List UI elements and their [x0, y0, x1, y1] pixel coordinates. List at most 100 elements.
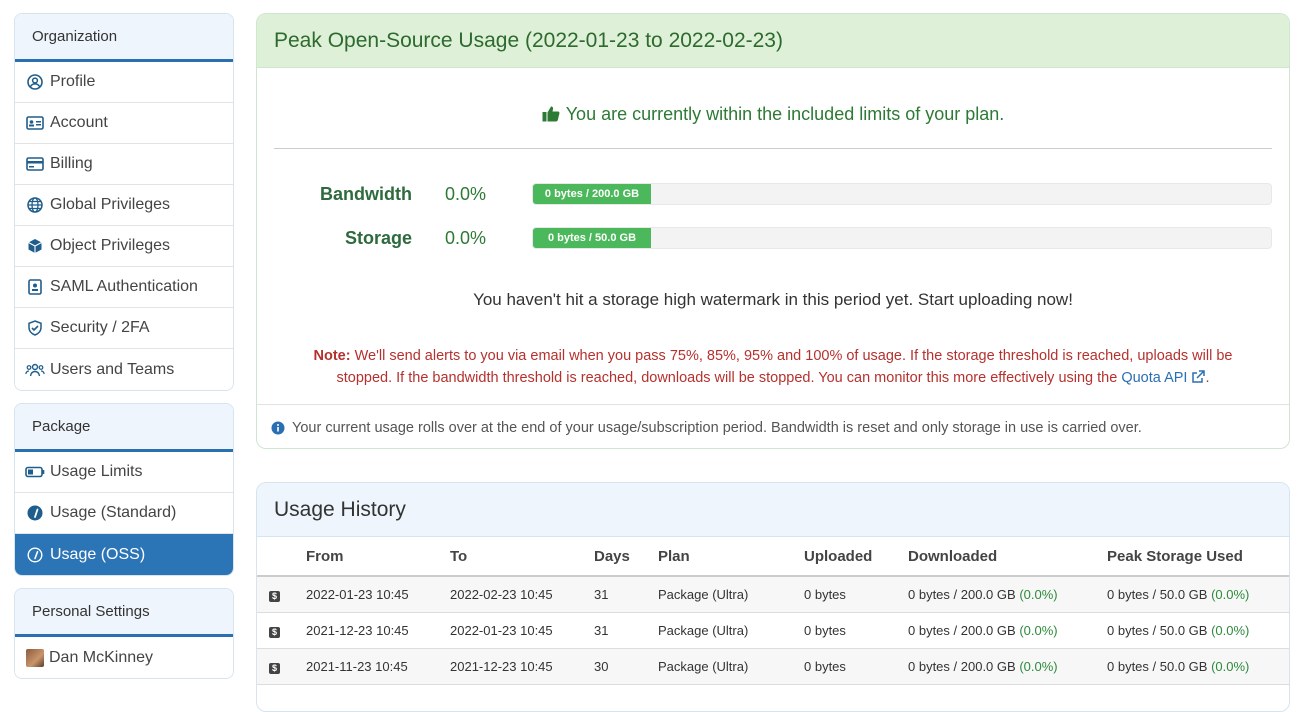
cell-to: 2022-02-23 10:45 [450, 576, 594, 613]
table-row[interactable]: $ 2022-01-23 10:45 2022-02-23 10:45 31 P… [257, 576, 1289, 613]
storage-value: 0 bytes / 50.0 GB [1107, 586, 1208, 602]
bandwidth-percent: 0.0% [445, 184, 487, 204]
column-header-plan[interactable]: Plan [658, 537, 804, 577]
rollover-info: Your current usage rolls over at the end… [257, 404, 1289, 448]
table-header-row: From To Days Plan Uploaded Downloaded Pe… [257, 537, 1289, 577]
cube-icon [25, 236, 45, 256]
storage-percent: (0.0%) [1211, 622, 1250, 638]
rollover-info-text: Your current usage rolls over at the end… [292, 419, 1142, 436]
sidebar-item-billing[interactable]: Billing [15, 144, 233, 185]
sidebar-item-label: Account [50, 114, 108, 131]
table-row[interactable]: $ 2021-11-23 10:45 2021-12-23 10:45 30 P… [257, 648, 1289, 685]
bandwidth-meter: Bandwidth 0.0% 0 bytes / 200.0 GB [257, 183, 1289, 207]
sidebar: Organization Profile Account Billing Glo… [14, 13, 234, 691]
gauge-icon [25, 503, 45, 523]
sidebar-item-users-and-teams[interactable]: Users and Teams [15, 349, 233, 390]
cell-from: 2021-12-23 10:45 [306, 612, 450, 649]
usage-history-title: Usage History [257, 483, 1289, 537]
sidebar-item-label: Global Privileges [50, 196, 171, 213]
column-header-days[interactable]: Days [594, 537, 658, 577]
sidebar-item-security-2fa[interactable]: Security / 2FA [15, 308, 233, 349]
sidebar-item-global-privileges[interactable]: Global Privileges [15, 185, 233, 226]
column-header-uploaded[interactable]: Uploaded [804, 537, 908, 577]
alert-note: Note: We'll send alerts to you via email… [287, 345, 1259, 391]
external-link-icon[interactable] [1191, 369, 1206, 391]
sidebar-item-label: Usage (OSS) [50, 545, 146, 563]
sidebar-item-label: Usage (Standard) [50, 504, 177, 521]
cell-days: 31 [594, 576, 658, 613]
dollar-icon: $ [269, 626, 280, 638]
users-icon [25, 360, 45, 380]
cell-downloaded: 0 bytes / 200.0 GB (0.0%) [908, 648, 1107, 685]
watermark-message: You haven't hit a storage high watermark… [473, 290, 1073, 309]
storage-label: Storage [344, 228, 412, 248]
usage-history-table: From To Days Plan Uploaded Downloaded Pe… [257, 537, 1289, 685]
credit-card-icon [25, 154, 45, 174]
sidebar-item-object-privileges[interactable]: Object Privileges [15, 226, 233, 267]
bandwidth-label: Bandwidth [320, 184, 412, 204]
divider [274, 148, 1272, 149]
cell-from: 2021-11-23 10:45 [306, 648, 450, 685]
bandwidth-progress-fill: 0 bytes / 200.0 GB [533, 184, 651, 204]
user-circle-icon [25, 72, 45, 92]
shield-check-icon [25, 318, 45, 338]
storage-value: 0 bytes / 50.0 GB [1107, 658, 1208, 674]
id-badge-icon [25, 277, 45, 297]
note-label: Note: [313, 348, 351, 364]
downloaded-percent: (0.0%) [1019, 622, 1058, 638]
sidebar-item-label: Users and Teams [50, 360, 175, 378]
package-panel: Package Usage Limits Usage (Standard) Us… [14, 403, 234, 576]
downloaded-percent: (0.0%) [1019, 586, 1058, 602]
sidebar-item-usage-limits[interactable]: Usage Limits [15, 452, 233, 493]
sidebar-item-label: Profile [50, 73, 96, 90]
dollar-icon: $ [269, 662, 280, 674]
gauge-outline-icon [25, 545, 45, 565]
sidebar-item-user-profile[interactable]: Dan McKinney [15, 637, 233, 678]
cell-to: 2022-01-23 10:45 [450, 612, 594, 649]
cell-uploaded: 0 bytes [804, 576, 908, 613]
column-header-from[interactable]: From [306, 537, 450, 577]
cell-peak-storage: 0 bytes / 50.0 GB (0.0%) [1107, 648, 1289, 685]
cell-peak-storage: 0 bytes / 50.0 GB (0.0%) [1107, 576, 1289, 613]
sidebar-item-usage-standard[interactable]: Usage (Standard) [15, 493, 233, 534]
personal-settings-heading: Personal Settings [15, 589, 233, 637]
info-icon [271, 421, 285, 435]
cell-uploaded: 0 bytes [804, 612, 908, 649]
sidebar-item-profile[interactable]: Profile [15, 62, 233, 103]
organization-panel: Organization Profile Account Billing Glo… [14, 13, 234, 391]
storage-progress-fill: 0 bytes / 50.0 GB [533, 228, 651, 248]
thumbs-up-icon [542, 105, 560, 127]
cell-plan: Package (Ultra) [658, 648, 804, 685]
cell-to: 2021-12-23 10:45 [450, 648, 594, 685]
cell-days: 31 [594, 612, 658, 649]
column-header-to[interactable]: To [450, 537, 594, 577]
downloaded-percent: (0.0%) [1019, 658, 1058, 674]
usage-panel: Peak Open-Source Usage (2022-01-23 to 20… [256, 13, 1290, 449]
downloaded-value: 0 bytes / 200.0 GB [908, 586, 1016, 602]
globe-icon [25, 195, 45, 215]
sidebar-item-saml-authentication[interactable]: SAML Authentication [15, 267, 233, 308]
sidebar-item-usage-oss[interactable]: Usage (OSS) [15, 534, 233, 575]
organization-heading: Organization [15, 14, 233, 62]
quota-api-link[interactable]: Quota API [1121, 370, 1187, 386]
sidebar-item-label: Security / 2FA [50, 319, 150, 336]
usage-history-panel: Usage History From To Days Plan Uploaded… [256, 482, 1290, 712]
limits-status: You are currently within the included li… [257, 104, 1289, 127]
personal-settings-panel: Personal Settings Dan McKinney [14, 588, 234, 679]
avatar [26, 648, 44, 667]
sidebar-item-label: SAML Authentication [50, 278, 198, 295]
storage-progress-bar: 0 bytes / 50.0 GB [532, 227, 1272, 249]
cell-from: 2022-01-23 10:45 [306, 576, 450, 613]
column-header-downloaded[interactable]: Downloaded [908, 537, 1107, 577]
dollar-icon: $ [269, 590, 280, 602]
column-header-peak-storage[interactable]: Peak Storage Used [1107, 537, 1289, 577]
limits-status-text: You are currently within the included li… [565, 104, 1005, 124]
sidebar-item-account[interactable]: Account [15, 103, 233, 144]
usage-title: Peak Open-Source Usage (2022-01-23 to 20… [257, 14, 1289, 68]
table-row[interactable]: $ 2021-12-23 10:45 2022-01-23 10:45 31 P… [257, 612, 1289, 649]
storage-percent: (0.0%) [1211, 586, 1250, 602]
cell-days: 30 [594, 648, 658, 685]
cell-downloaded: 0 bytes / 200.0 GB (0.0%) [908, 576, 1107, 613]
storage-meter: Storage 0.0% 0 bytes / 50.0 GB [257, 227, 1289, 251]
storage-percent: (0.0%) [1211, 658, 1250, 674]
